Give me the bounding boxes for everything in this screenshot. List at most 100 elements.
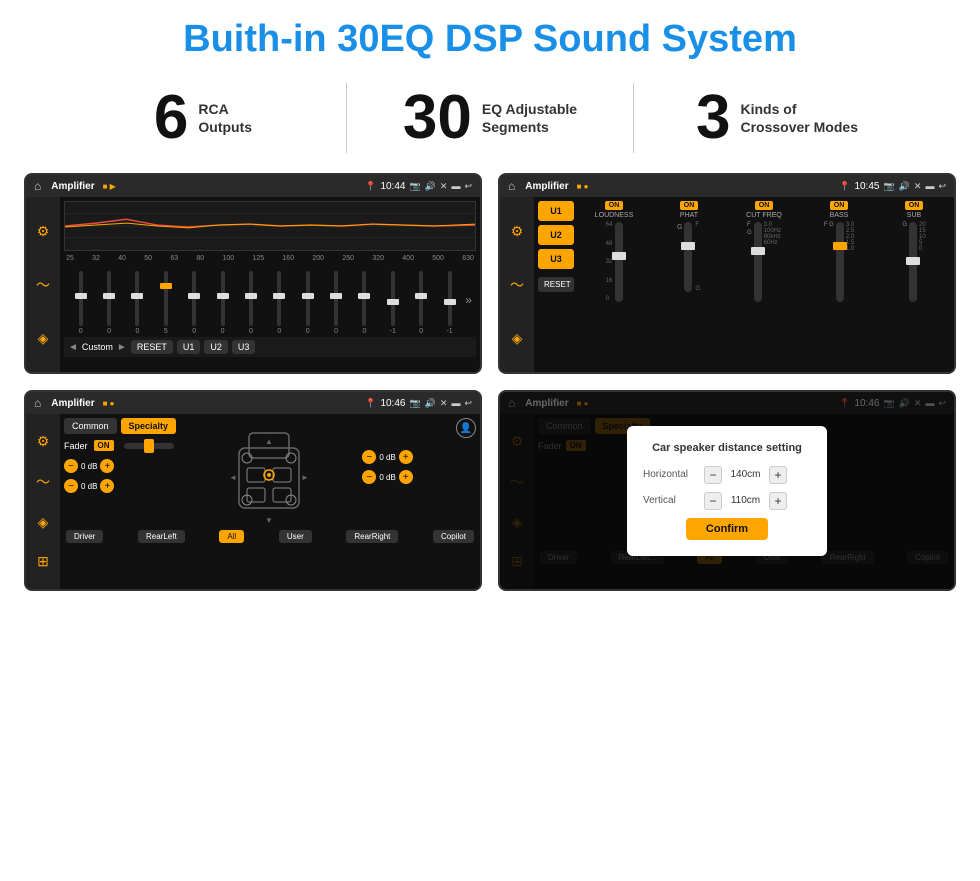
- prev-icon[interactable]: ◄: [68, 342, 78, 353]
- right-bottom-minus[interactable]: −: [362, 470, 376, 484]
- vertical-minus-btn[interactable]: −: [704, 492, 722, 510]
- fader-thumb[interactable]: [144, 439, 154, 453]
- all-btn[interactable]: All: [219, 530, 244, 543]
- eq-slider-13[interactable]: 0: [409, 271, 434, 335]
- eq-title: Amplifier: [51, 181, 94, 192]
- confirm-button[interactable]: Confirm: [686, 518, 768, 540]
- eq-slider-6[interactable]: 0: [210, 271, 235, 335]
- profile-icon[interactable]: 👤: [456, 418, 476, 438]
- u1-button[interactable]: U1: [177, 340, 201, 354]
- eq-slider-11[interactable]: 0: [352, 271, 377, 335]
- left-top-value: 0 dB: [81, 462, 97, 471]
- dialog-title: Car speaker distance setting: [643, 442, 811, 454]
- tab-common[interactable]: Common: [64, 418, 117, 434]
- right-top-plus[interactable]: +: [399, 450, 413, 464]
- home-icon[interactable]: ⌂: [34, 179, 41, 193]
- stat-crossover: 3 Kinds ofCrossover Modes: [634, 87, 920, 149]
- amp2-speaker-icon[interactable]: ◈: [512, 330, 523, 347]
- u1-preset-btn[interactable]: U1: [538, 201, 574, 221]
- fader-controls-area: Common Specialty Fader ON: [64, 418, 176, 493]
- cutfreq-name: CUT FREQ: [746, 212, 782, 219]
- eq-icon[interactable]: ⚙: [37, 223, 50, 240]
- left-bottom-plus[interactable]: +: [100, 479, 114, 493]
- fader-main-content: Common Specialty Fader ON: [60, 414, 480, 589]
- eq-screen: ⌂ Amplifier ■ ▶ 📍 10:44 📷 🔊 ✕ ▬ ↩ ⚙ 〜 ◈: [24, 173, 482, 374]
- vertical-value: 110cm: [728, 495, 763, 506]
- stat-number-eq: 30: [403, 87, 472, 149]
- right-bottom-plus[interactable]: +: [399, 470, 413, 484]
- copilot-btn[interactable]: Copilot: [433, 530, 474, 543]
- amp2-back-icon[interactable]: ↩: [938, 181, 946, 192]
- eq-slider-10[interactable]: 0: [323, 271, 348, 335]
- fader-wave-icon[interactable]: 〜: [36, 472, 50, 492]
- left-top-db: − 0 dB +: [64, 459, 176, 473]
- eq-slider-12[interactable]: -1: [380, 271, 405, 335]
- sub-slider[interactable]: [909, 222, 917, 302]
- eq-slider-8[interactable]: 0: [267, 271, 292, 335]
- eq-slider-14[interactable]: -1: [437, 271, 462, 335]
- eq-freq-63: 63: [170, 255, 178, 262]
- user-btn[interactable]: User: [279, 530, 312, 543]
- u2-preset-btn[interactable]: U2: [538, 225, 574, 245]
- fader-screen-body: ⚙ 〜 ◈ ⊞ Common Specialty Fader ON: [26, 414, 480, 589]
- eq-slider-3[interactable]: 0: [125, 271, 150, 335]
- fader-back-icon[interactable]: ↩: [464, 398, 472, 409]
- amp2-location-icon: 📍: [839, 181, 850, 192]
- left-bottom-minus[interactable]: −: [64, 479, 78, 493]
- next-icon[interactable]: ►: [117, 342, 127, 353]
- left-top-plus[interactable]: +: [100, 459, 114, 473]
- fader-home-icon[interactable]: ⌂: [34, 396, 41, 410]
- amp2-status-dots: ■ ●: [577, 182, 589, 191]
- phat-slider[interactable]: [684, 222, 692, 292]
- fader-minimize-icon: ▬: [451, 398, 460, 408]
- fader-close-icon: ✕: [440, 398, 448, 409]
- eq-freq-labels: 25 32 40 50 63 80 100 125 160 200 250 32…: [64, 255, 476, 262]
- amp2-eq-icon[interactable]: ⚙: [511, 223, 524, 240]
- amp2-wave-icon[interactable]: 〜: [510, 275, 524, 295]
- eq-freq-25: 25: [66, 255, 74, 262]
- eq-sliders-group: 0 0 0 5 0 0 0 0 0 0 0 -1 0 -1 »: [64, 265, 476, 335]
- right-top-value: 0 dB: [379, 453, 395, 462]
- eq-slider-5[interactable]: 0: [182, 271, 207, 335]
- back-icon[interactable]: ↩: [464, 181, 472, 192]
- u3-button[interactable]: U3: [232, 340, 256, 354]
- eq-slider-9[interactable]: 0: [295, 271, 320, 335]
- left-top-minus[interactable]: −: [64, 459, 78, 473]
- fader-speaker-icon[interactable]: ◈: [38, 514, 49, 531]
- u3-preset-btn[interactable]: U3: [538, 249, 574, 269]
- fader-label: Fader: [64, 441, 88, 451]
- stat-rca: 6 RCAOutputs: [60, 87, 346, 149]
- eq-freq-400: 400: [402, 255, 414, 262]
- eq-slider-2[interactable]: 0: [96, 271, 121, 335]
- rear-right-btn[interactable]: RearRight: [346, 530, 398, 543]
- amp2-screen: ⌂ Amplifier ■ ● 📍 10:45 📷 🔊 ✕ ▬ ↩ ⚙ 〜 ◈ …: [498, 173, 956, 374]
- eq-time: 10:44: [380, 181, 405, 192]
- loudness-slider[interactable]: [615, 222, 623, 302]
- amp2-reset-btn[interactable]: RESET: [538, 277, 574, 292]
- sub-name: SUB: [907, 212, 921, 219]
- wave-icon[interactable]: 〜: [36, 275, 50, 295]
- vertical-row: Vertical − 110cm +: [643, 492, 811, 510]
- reset-button[interactable]: RESET: [131, 340, 173, 354]
- eq-slider-4[interactable]: 5: [153, 271, 178, 335]
- right-top-minus[interactable]: −: [362, 450, 376, 464]
- speaker-icon[interactable]: ◈: [38, 330, 49, 347]
- horizontal-minus-btn[interactable]: −: [704, 466, 722, 484]
- fader-expand-icon[interactable]: ⊞: [37, 553, 49, 570]
- u2-button[interactable]: U2: [204, 340, 228, 354]
- vertical-plus-btn[interactable]: +: [769, 492, 787, 510]
- driver-btn[interactable]: Driver: [66, 530, 103, 543]
- rear-left-btn[interactable]: RearLeft: [138, 530, 185, 543]
- eq-slider-7[interactable]: 0: [238, 271, 263, 335]
- fader-track[interactable]: [124, 443, 174, 449]
- bass-slider[interactable]: [836, 222, 844, 302]
- loudness-on: ON: [605, 201, 624, 210]
- eq-freq-125: 125: [252, 255, 264, 262]
- eq-slider-1[interactable]: 0: [68, 271, 93, 335]
- tab-specialty[interactable]: Specialty: [121, 418, 177, 434]
- fader-eq-icon[interactable]: ⚙: [37, 433, 50, 450]
- amp2-home-icon[interactable]: ⌂: [508, 179, 515, 193]
- cutfreq-slider[interactable]: [754, 222, 762, 302]
- horizontal-plus-btn[interactable]: +: [769, 466, 787, 484]
- expand-icon[interactable]: »: [465, 293, 472, 307]
